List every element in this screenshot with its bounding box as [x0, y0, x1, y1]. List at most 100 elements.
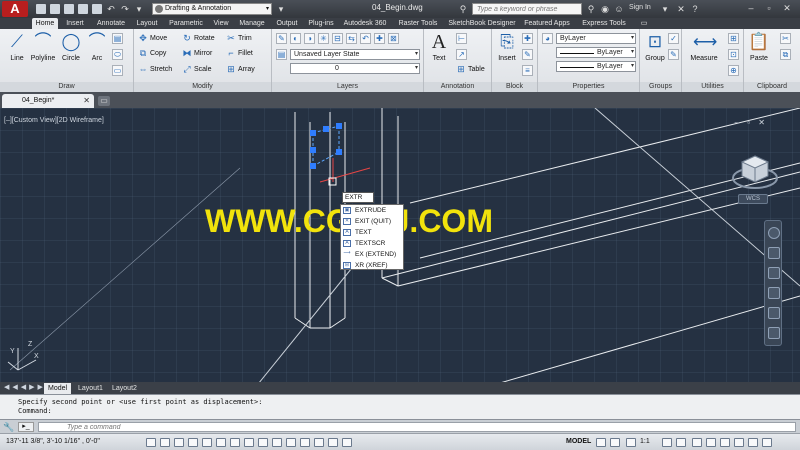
block-attribute-icon[interactable]: ≡ [522, 65, 533, 76]
group-button[interactable]: ⊡ Group [642, 31, 668, 62]
color-dropdown[interactable]: ByLayer ▾ [556, 33, 636, 44]
utilities-panel-title[interactable]: Utilities [682, 82, 743, 92]
tab-layout2[interactable]: Layout2 [108, 383, 141, 394]
tab-home[interactable]: Home [32, 18, 58, 29]
layer-walk-icon[interactable]: ✚ [374, 33, 385, 44]
coordinates-readout[interactable]: 137'-11 3/8", 3'-10 1/16" , 0'-0" [6, 438, 100, 445]
create-block-icon[interactable]: ✚ [522, 33, 533, 44]
leader-icon[interactable]: ↗ [456, 49, 467, 60]
quick-view-drawings-icon[interactable] [610, 438, 620, 447]
viewport-window-controls[interactable]: – ▫ ✕ [735, 118, 768, 127]
layer-state-icon[interactable]: ▤ [276, 49, 287, 60]
layout-nav-arrows[interactable]: ◀◀◀▶▶ [4, 383, 46, 391]
save-icon[interactable] [64, 4, 74, 14]
measure-button[interactable]: ⟷ Measure [688, 31, 720, 62]
id-point-icon[interactable]: ⊕ [728, 65, 739, 76]
ducs-icon[interactable] [258, 438, 268, 447]
suggestion-item[interactable]: ⟶ EX (EXTEND) [341, 249, 403, 260]
rectangle-icon[interactable]: ▭ [112, 65, 123, 76]
fillet-button[interactable]: ⌐ Fillet [226, 48, 252, 60]
draw-panel-title[interactable]: Draw [0, 82, 133, 92]
chevron-down-icon[interactable]: ▾ [660, 4, 670, 14]
user-icon[interactable]: ☺ [614, 4, 624, 14]
tab-layout[interactable]: Layout [132, 18, 162, 29]
tab-manage[interactable]: Manage [234, 18, 270, 29]
groups-panel-title[interactable]: Groups [640, 82, 681, 92]
search-input[interactable] [472, 3, 582, 15]
calculator-icon[interactable]: ⊞ [728, 33, 739, 44]
layers-panel-title[interactable]: Layers [272, 82, 423, 92]
text-button[interactable]: A Text [426, 31, 452, 62]
dyn-input-icon[interactable] [272, 438, 282, 447]
properties-panel-title[interactable]: Properties [538, 82, 639, 92]
file-tab[interactable]: 04_Begin* ✕ [2, 94, 94, 108]
save-as-icon[interactable] [78, 4, 88, 14]
suggestion-item[interactable]: A TEXT [341, 227, 403, 238]
layer-off-icon[interactable]: ◐ [290, 33, 301, 44]
new-tab-button[interactable]: ▭ [98, 96, 110, 106]
array-button[interactable]: ⊞ Array [226, 64, 255, 76]
selection-cycling-icon[interactable] [328, 438, 338, 447]
grid-icon[interactable] [174, 438, 184, 447]
tab-sketchbook-designer[interactable]: SketchBook Designer [446, 18, 518, 29]
infer-constraints-icon[interactable] [146, 438, 156, 447]
tab-insert[interactable]: Insert [60, 18, 90, 29]
tab-express-tools[interactable]: Express Tools [576, 18, 632, 29]
linetype-dropdown[interactable]: ByLayer ▾ [556, 61, 636, 72]
trim-button[interactable]: ✂ Trim [226, 33, 252, 45]
layer-previous-icon[interactable]: ↶ [360, 33, 371, 44]
suggestion-item[interactable]: ▣ EXTRUDE [341, 205, 403, 216]
exchange-icon[interactable]: ✕ [676, 4, 686, 14]
nav-options-icon[interactable] [768, 327, 780, 339]
open-icon[interactable] [50, 4, 60, 14]
hatch-icon[interactable]: ▤ [112, 33, 123, 44]
model-space-button[interactable]: MODEL [566, 438, 591, 445]
3d-osnap-icon[interactable] [230, 438, 240, 447]
match-properties-icon[interactable]: ◕ [542, 33, 553, 44]
ellipse-icon[interactable]: ⬭ [112, 49, 123, 60]
polar-icon[interactable] [202, 438, 212, 447]
dimension-icon[interactable]: ⊢ [456, 33, 467, 44]
scale-button[interactable]: ⤢ Scale [182, 64, 211, 76]
minimize-button[interactable]: – [742, 3, 760, 15]
subscription-icon[interactable]: ◉ [600, 4, 610, 14]
tab-annotate[interactable]: Annotate [92, 18, 130, 29]
modify-panel-title[interactable]: Modify [134, 82, 271, 92]
application-menu-button[interactable]: A [2, 1, 28, 17]
close-icon[interactable]: ✕ [83, 94, 90, 108]
maximize-button[interactable]: ▫ [760, 3, 778, 15]
close-button[interactable]: ✕ [778, 3, 796, 15]
quick-view-layouts-icon[interactable] [596, 438, 606, 447]
mirror-button[interactable]: ⧓ Mirror [182, 48, 213, 60]
current-layer-dropdown[interactable]: 0 ▾ [290, 63, 420, 74]
auto-scale-icon[interactable] [676, 438, 686, 447]
insert-button[interactable]: ⎘ Insert [494, 31, 520, 62]
tab-autodesk-360[interactable]: Autodesk 360 [340, 18, 390, 29]
drawing-area[interactable]: [–][Custom View][2D Wireframe] – ▫ ✕ WCS… [0, 108, 800, 394]
undo-icon[interactable]: ↶ [106, 4, 116, 14]
new-icon[interactable] [36, 4, 46, 14]
table-button[interactable]: ⊞ Table [456, 64, 485, 76]
dynamic-input-field[interactable]: EXTR [342, 192, 374, 203]
zoom-icon[interactable] [768, 267, 780, 279]
binoculars-icon[interactable]: ⚲ [458, 4, 468, 14]
block-panel-title[interactable]: Block [492, 82, 537, 92]
tab-layout1[interactable]: Layout1 [74, 383, 107, 394]
wrench-icon[interactable]: 🔧 [3, 422, 14, 433]
circle-button[interactable]: ◯ Circle [58, 31, 84, 62]
rotate-button[interactable]: ↻ Rotate [182, 33, 214, 45]
chevron-down-icon[interactable]: ▾ [134, 4, 144, 14]
osnap-icon[interactable] [216, 438, 226, 447]
workspace-switching-icon[interactable] [692, 438, 702, 447]
arc-button[interactable]: ⌒ Arc [84, 31, 110, 62]
isolate-objects-icon[interactable] [734, 438, 744, 447]
layer-isolate-icon[interactable]: ◑ [304, 33, 315, 44]
suggestion-item[interactable]: ✕ EXIT (QUIT) [341, 216, 403, 227]
wcs-menu[interactable]: WCS [738, 194, 768, 204]
lineweight-dropdown[interactable]: ByLayer ▾ [556, 47, 636, 58]
suggestion-item[interactable]: A TEXTSCR [341, 238, 403, 249]
edit-block-icon[interactable]: ✎ [522, 49, 533, 60]
sign-in-link[interactable]: Sign In [629, 4, 651, 11]
ortho-icon[interactable] [188, 438, 198, 447]
layer-merge-icon[interactable]: ⊠ [388, 33, 399, 44]
